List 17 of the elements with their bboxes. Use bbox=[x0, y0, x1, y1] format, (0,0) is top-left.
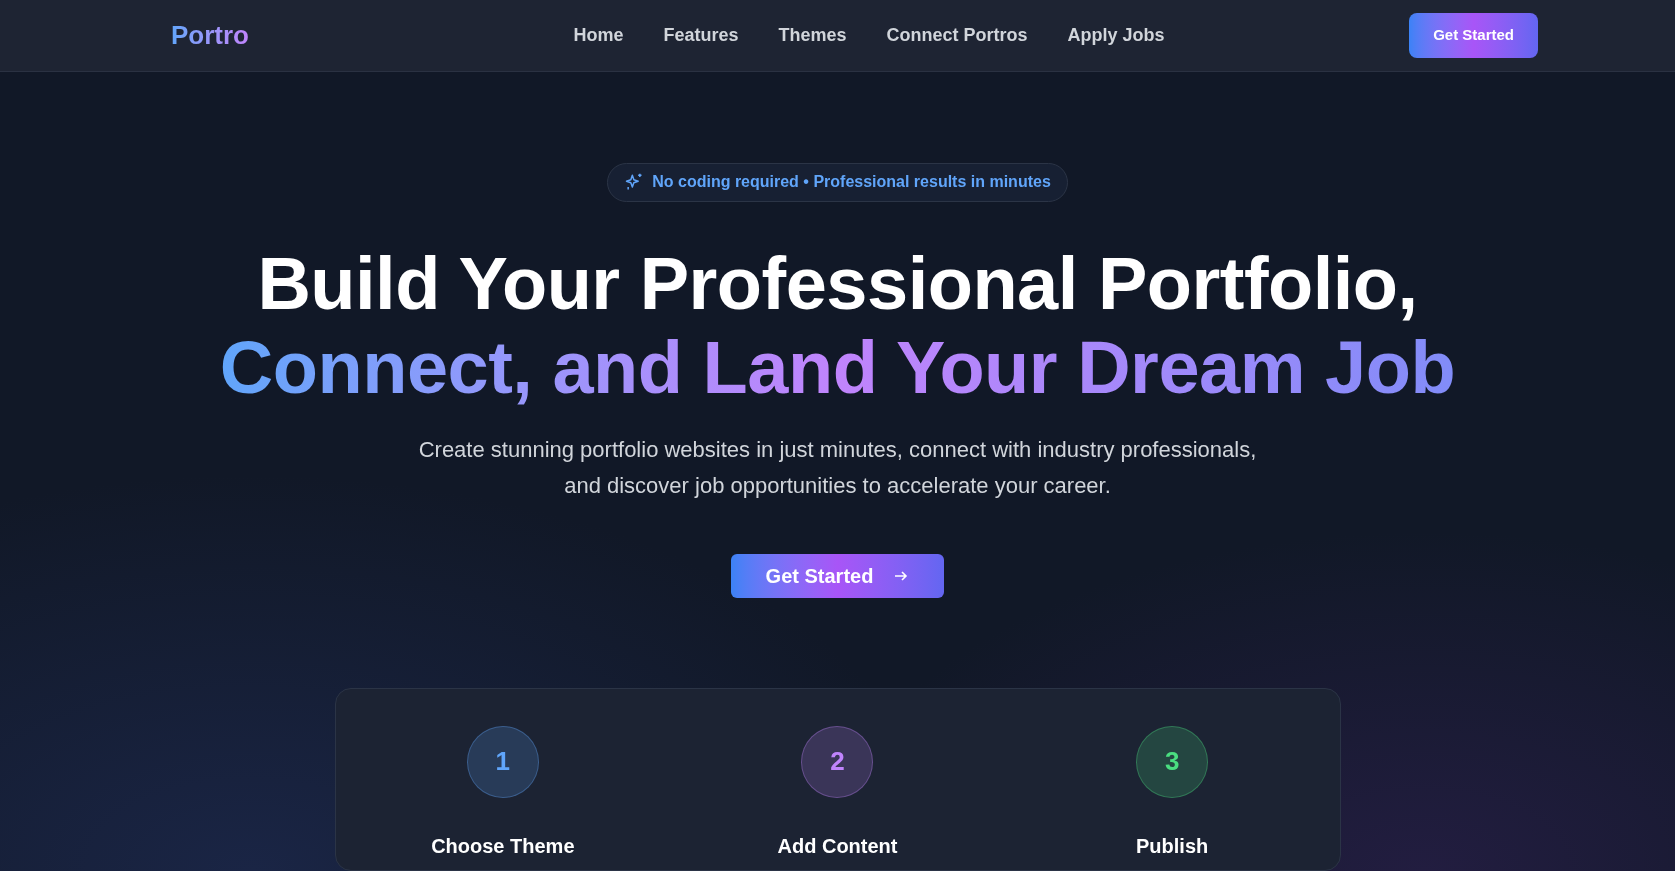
nav-link[interactable]: Features bbox=[663, 22, 739, 49]
get-started-button[interactable]: Get Started bbox=[1409, 13, 1538, 58]
step-label: Publish bbox=[1136, 833, 1209, 859]
get-started-button[interactable]: Get Started bbox=[731, 553, 944, 598]
step-label: Add Content bbox=[777, 833, 898, 859]
step-label: Choose Theme bbox=[431, 833, 575, 859]
badge-text: No coding required • Professional results in minutes bbox=[652, 172, 1051, 193]
nav-link[interactable]: Themes bbox=[778, 22, 847, 49]
step-number: 2 bbox=[830, 745, 845, 779]
nav-link[interactable]: Connect Portros bbox=[886, 22, 1028, 49]
step-number: 1 bbox=[495, 745, 511, 779]
hero-description: Create stunning portfolio websites in just minutes, connect with industry professionals, and discover job opportunities to accelerate your career. bbox=[417, 435, 1258, 500]
sparkles-icon bbox=[624, 172, 645, 193]
nav-link[interactable]: Apply Jobs bbox=[1067, 22, 1165, 49]
step-number: 3 bbox=[1164, 745, 1180, 779]
headline: Build Your Professional Portfolio, bbox=[257, 241, 1418, 326]
nav-link[interactable]: Home bbox=[573, 22, 624, 49]
